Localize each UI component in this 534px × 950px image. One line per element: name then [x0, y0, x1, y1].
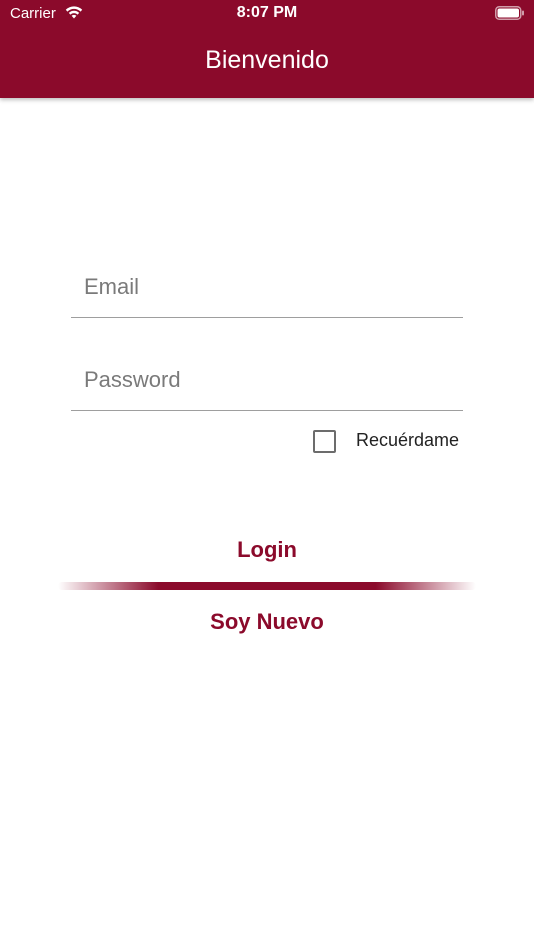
password-field[interactable] [71, 350, 463, 410]
password-field-container [71, 350, 463, 411]
battery-icon [495, 6, 524, 20]
sign-up-button[interactable]: Soy Nuevo [0, 609, 534, 635]
checkbox-unchecked-icon[interactable] [313, 430, 336, 453]
email-field[interactable] [71, 257, 463, 317]
login-button[interactable]: Login [0, 537, 534, 563]
page-title: Bienvenido [205, 46, 329, 74]
status-time: 8:07 PM [236, 4, 298, 21]
status-bar: Carrier 8:07 PM [0, 0, 534, 28]
email-field-container [71, 257, 463, 318]
app-bar: Carrier 8:07 PM Bienvenido [0, 0, 534, 98]
remember-me-label: Recuérdame [356, 430, 460, 450]
divider [58, 582, 476, 590]
